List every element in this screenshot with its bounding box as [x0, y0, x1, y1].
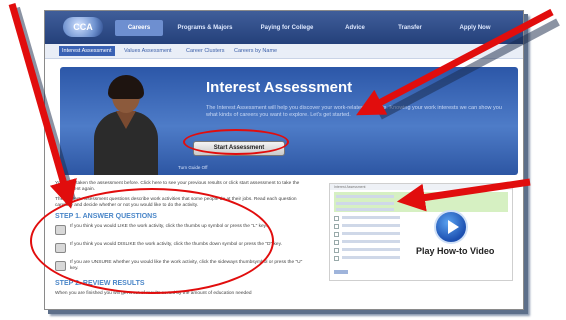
arrow-right-to-video: [396, 178, 531, 212]
annotation-arrows: [8, 3, 560, 212]
arrow-right-to-start: [356, 8, 554, 116]
arrow-shadow-right-top: [378, 18, 560, 120]
arrow-left-to-questions: [8, 3, 77, 209]
